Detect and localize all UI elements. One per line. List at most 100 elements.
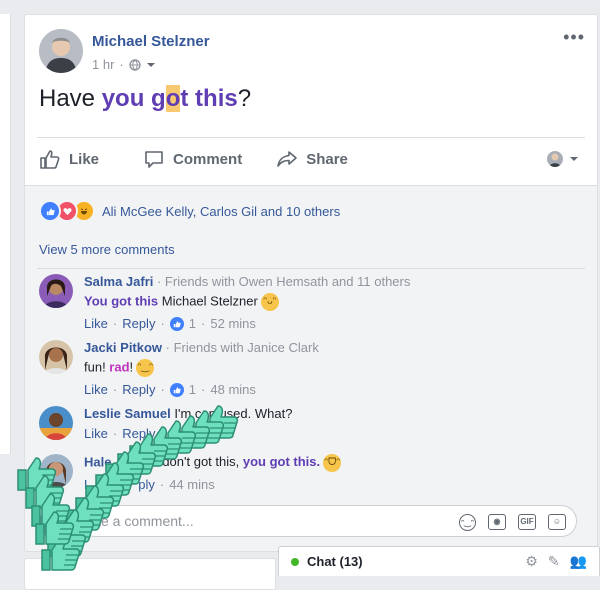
- separator-dot: ·: [159, 477, 165, 492]
- separator-dot: ·: [160, 382, 165, 397]
- separator-dot: ·: [201, 382, 206, 397]
- author-name[interactable]: Michael Stelzner: [92, 33, 210, 50]
- post-text-selection: o: [165, 85, 181, 112]
- gear-icon[interactable]: ⚙: [525, 553, 538, 570]
- commenter-name[interactable]: Hale: [84, 454, 111, 469]
- comment-time[interactable]: 52 mins: [210, 316, 256, 331]
- comment-actions: Like · Reply ns: [84, 426, 564, 441]
- comment-body: Leslie Samuel I'm confused. What? Like ·…: [84, 406, 564, 441]
- next-post-card: [24, 558, 276, 590]
- comment-time[interactable]: 48 mins: [210, 382, 256, 397]
- reaction-names[interactable]: Ali McGee Kelly, Carlos Gil and 10 other…: [102, 204, 340, 219]
- online-status-dot: [291, 557, 299, 566]
- commenter-avatar[interactable]: [39, 274, 73, 308]
- comment-time[interactable]: 44 mins: [169, 477, 215, 492]
- share-label: Share: [306, 150, 348, 168]
- share-button[interactable]: Share: [276, 148, 348, 170]
- commenter-name[interactable]: Jacki Pitkow: [84, 340, 162, 355]
- comment-like-link[interactable]: L: [84, 477, 91, 492]
- divider: [37, 268, 585, 269]
- comment-button[interactable]: Comment: [143, 148, 242, 170]
- post-as-avatar: [547, 151, 563, 167]
- smile-emoji-icon: ᵔ‿ᵔ: [136, 359, 155, 377]
- comment-label: Comment: [173, 150, 243, 168]
- speech-bubble-icon: [145, 151, 163, 168]
- share-arrow-icon: [277, 151, 297, 167]
- chevron-down-icon: [570, 157, 578, 161]
- compose-icon[interactable]: ✎: [548, 553, 560, 570]
- post-text-highlight: you g: [101, 85, 166, 112]
- comment-reply-link[interactable]: Reply: [122, 426, 155, 441]
- laughing-emoji-icon: ᵔᴗᵔ: [260, 293, 279, 311]
- separator-dot: ·: [112, 382, 118, 397]
- commenter-avatar[interactable]: [39, 406, 73, 440]
- post-as-selector[interactable]: [547, 151, 579, 167]
- commenter-name[interactable]: Salma Jafri: [84, 274, 153, 289]
- chat-label: Chat (13): [307, 554, 363, 569]
- commenter-name[interactable]: Leslie Samuel: [84, 406, 171, 421]
- separator-dot: ·: [112, 426, 118, 441]
- comment-plain-text: fun!: [84, 359, 110, 375]
- write-comment-area: ite a comment... ᵔ‿ᵔ ◉ GIF ☺: [39, 505, 577, 539]
- comment-like-link[interactable]: Like: [84, 316, 108, 331]
- comment-actions: Like · Reply · 1 · 48 mins: [84, 382, 564, 397]
- comment-body: Jacki Pitkow · Friends with Janice Clark…: [84, 340, 564, 397]
- post-text-start: Have: [39, 85, 102, 112]
- separator-dot: ·: [112, 316, 118, 331]
- comment-body: Salma Jafri · Friends with Owen Hemsath …: [84, 274, 564, 331]
- like-label: Like: [69, 150, 100, 168]
- comment-highlight-text: You got this: [84, 293, 159, 309]
- comment-end-text: !: [129, 359, 134, 375]
- chat-tools: ⚙ ✎ 👥: [525, 553, 587, 570]
- group-chat-icon[interactable]: 👥: [570, 553, 587, 570]
- comment-reply-link[interactable]: Reply: [122, 382, 155, 397]
- comment-input[interactable]: ite a comment... ᵔ‿ᵔ ◉ GIF ☺: [79, 505, 577, 537]
- comment-actions: L ply · 44 mins: [84, 477, 564, 492]
- divider: [37, 137, 585, 138]
- comment-highlight-text: you got this.: [242, 454, 321, 470]
- comments-section: Ali McGee Kelly, Carlos Gil and 10 other…: [25, 185, 597, 551]
- post-time[interactable]: 1 hr: [92, 57, 114, 72]
- comment-text: You got this Michael Stelzner ᵔᴗᵔ: [84, 293, 564, 311]
- separator-dot: ·: [160, 316, 165, 331]
- separator-dot: ·: [201, 316, 206, 331]
- commenter-avatar[interactable]: [39, 454, 73, 488]
- like-badge-icon: [169, 382, 184, 397]
- reactions-summary[interactable]: Ali McGee Kelly, Carlos Gil and 10 other…: [39, 200, 340, 222]
- comment-reply-link[interactable]: ply: [138, 477, 155, 492]
- my-avatar: [39, 507, 71, 539]
- privacy-chevron-down-icon[interactable]: [146, 60, 156, 70]
- comment-body: Hale I don't got this, you got this. ᵔᗜᵔ …: [84, 454, 564, 492]
- comment-text: fun! rad! ᵔ‿ᵔ: [84, 359, 564, 377]
- commenter-avatar[interactable]: [39, 340, 73, 374]
- emoji-picker-icon[interactable]: ᵔ‿ᵔ: [459, 514, 476, 531]
- meta-dot: ·: [119, 57, 124, 72]
- gif-icon[interactable]: GIF: [518, 514, 536, 530]
- view-more-comments-link[interactable]: View 5 more comments: [39, 242, 175, 257]
- comment-like-link[interactable]: Like: [84, 426, 108, 441]
- comment-text: I'm confused. What?: [174, 406, 293, 421]
- globe-icon: [129, 58, 141, 71]
- post-text-highlight-end: t this: [180, 85, 238, 112]
- comment-input-tools: ᵔ‿ᵔ ◉ GIF ☺: [459, 514, 566, 531]
- comment-plain-text: I don't got this,: [155, 454, 243, 470]
- grinning-emoji-icon: ᵔᗜᵔ: [323, 454, 342, 472]
- author-photo-icon: [39, 29, 83, 73]
- comment-like-count[interactable]: 1: [189, 382, 196, 397]
- author-avatar[interactable]: [39, 29, 83, 73]
- chat-bar[interactable]: Chat (13) ⚙ ✎ 👥: [278, 546, 600, 576]
- left-column-card: [0, 14, 11, 454]
- comment-reply-link[interactable]: Reply: [122, 316, 155, 331]
- like-button[interactable]: Like: [39, 148, 99, 170]
- more-options-icon[interactable]: •••: [563, 27, 585, 48]
- sticker-icon[interactable]: ☺: [548, 514, 566, 530]
- comment-like-link[interactable]: Like: [84, 382, 108, 397]
- commenter-friends-note: · Friends with Owen Hemsath and 11 other…: [153, 274, 411, 289]
- comment-like-count[interactable]: 1: [189, 316, 196, 331]
- like-badge-icon: [169, 316, 184, 331]
- comment-time[interactable]: ns: [220, 426, 234, 441]
- like-reaction-icon: [39, 200, 61, 222]
- comment-input-placeholder: ite a comment...: [94, 513, 194, 529]
- comment-highlight-text: rad: [109, 359, 130, 375]
- camera-icon[interactable]: ◉: [488, 514, 506, 530]
